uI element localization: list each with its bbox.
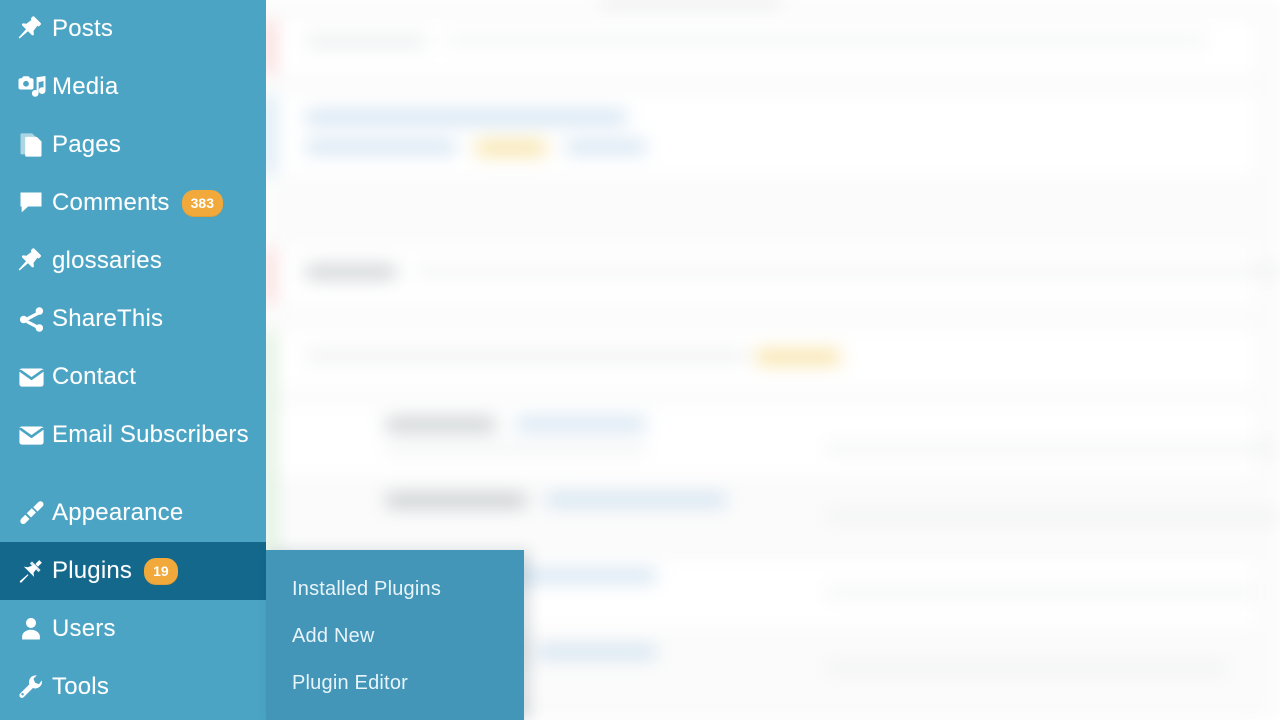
ghost-chip (756, 350, 840, 364)
ghost-text (306, 350, 746, 362)
user-icon (10, 612, 52, 646)
comments-count-badge: 383 (181, 189, 223, 217)
sidebar-separator (0, 464, 266, 484)
ghost-chip (476, 141, 546, 155)
sidebar-item-pages[interactable]: Pages (0, 116, 266, 174)
sidebar-item-label: Users (52, 615, 116, 642)
ghost-table-row (266, 482, 1280, 555)
ghost-text (386, 418, 496, 431)
sidebar-item-email-subscribers[interactable]: Email Subscribers (0, 406, 266, 464)
sidebar-item-glossaries[interactable]: glossaries (0, 232, 266, 290)
ghost-link (306, 141, 456, 153)
submenu-item-add-new[interactable]: Add New (266, 613, 524, 660)
screen: Posts Media Pages Comments 383 glossarie… (0, 0, 1280, 720)
ghost-link (566, 141, 646, 153)
ghost-link (546, 494, 726, 506)
ghost-text (416, 267, 1280, 276)
notice-stripe (266, 330, 272, 388)
submenu-item-label: Installed Plugins (292, 578, 442, 600)
pages-icon (10, 128, 52, 162)
sidebar-item-label: glossaries (52, 247, 163, 274)
ghost-notice (266, 330, 1256, 388)
sidebar-item-label: Tools (52, 673, 110, 700)
media-icon (10, 70, 52, 104)
share-icon (10, 302, 52, 336)
ghost-notice (266, 20, 1256, 74)
wrench-icon (10, 670, 52, 704)
ghost-text (826, 664, 1226, 673)
ghost-link (516, 418, 646, 430)
notice-stripe (266, 248, 272, 304)
sidebar-item-comments[interactable]: Comments 383 (0, 174, 266, 232)
submenu-item-plugin-editor[interactable]: Plugin Editor (266, 660, 524, 707)
admin-sidebar: Posts Media Pages Comments 383 glossarie… (0, 0, 266, 720)
plugins-submenu: Installed Plugins Add New Plugin Editor (266, 550, 524, 720)
notice-stripe (266, 95, 272, 175)
ghost-table-row (266, 406, 1276, 479)
sidebar-item-label: ShareThis (52, 305, 164, 332)
sidebar-item-posts[interactable]: Posts (0, 0, 266, 58)
ghost-link (506, 570, 656, 582)
sidebar-item-sharethis[interactable]: ShareThis (0, 290, 266, 348)
sidebar-item-label: Contact (52, 363, 137, 390)
ghost-text (826, 588, 1256, 597)
ghost-heading (600, 0, 780, 2)
ghost-notice (266, 248, 1280, 304)
pushpin-icon (10, 244, 52, 278)
notice-stripe (266, 20, 272, 74)
sidebar-item-plugins[interactable]: Plugins 19 (0, 542, 266, 600)
sidebar-item-label: Plugins (52, 557, 133, 584)
ghost-link (536, 646, 656, 658)
submenu-item-label: Add New (292, 625, 375, 647)
sidebar-item-users[interactable]: Users (0, 600, 266, 658)
sidebar-item-contact[interactable]: Contact (0, 348, 266, 406)
submenu-item-label: Plugin Editor (292, 672, 408, 694)
ghost-text (826, 444, 1276, 453)
brush-icon (10, 496, 52, 530)
sidebar-item-label: Pages (52, 131, 122, 158)
ghost-text (306, 36, 426, 47)
envelope-icon (10, 418, 52, 452)
sidebar-item-label: Comments (52, 189, 170, 216)
pushpin-icon (10, 12, 52, 46)
sidebar-item-media[interactable]: Media (0, 58, 266, 116)
ghost-text (306, 266, 396, 278)
sidebar-item-label: Media (52, 73, 119, 100)
ghost-text (386, 494, 526, 507)
sidebar-item-label: Email Subscribers (52, 421, 249, 448)
sidebar-item-label: Posts (52, 15, 114, 42)
plug-icon (10, 554, 52, 588)
sidebar-item-appearance[interactable]: Appearance (0, 484, 266, 542)
submenu-item-installed-plugins[interactable]: Installed Plugins (266, 566, 524, 613)
ghost-text (826, 512, 1280, 521)
ghost-text (446, 36, 1206, 45)
sidebar-item-tools[interactable]: Tools (0, 658, 266, 716)
ghost-text (386, 444, 646, 453)
comment-icon (10, 186, 52, 220)
ghost-notice (266, 95, 1256, 175)
sidebar-item-label: Appearance (52, 499, 184, 526)
ghost-link (306, 111, 626, 124)
envelope-icon (10, 360, 52, 394)
plugins-count-badge: 19 (144, 557, 178, 585)
